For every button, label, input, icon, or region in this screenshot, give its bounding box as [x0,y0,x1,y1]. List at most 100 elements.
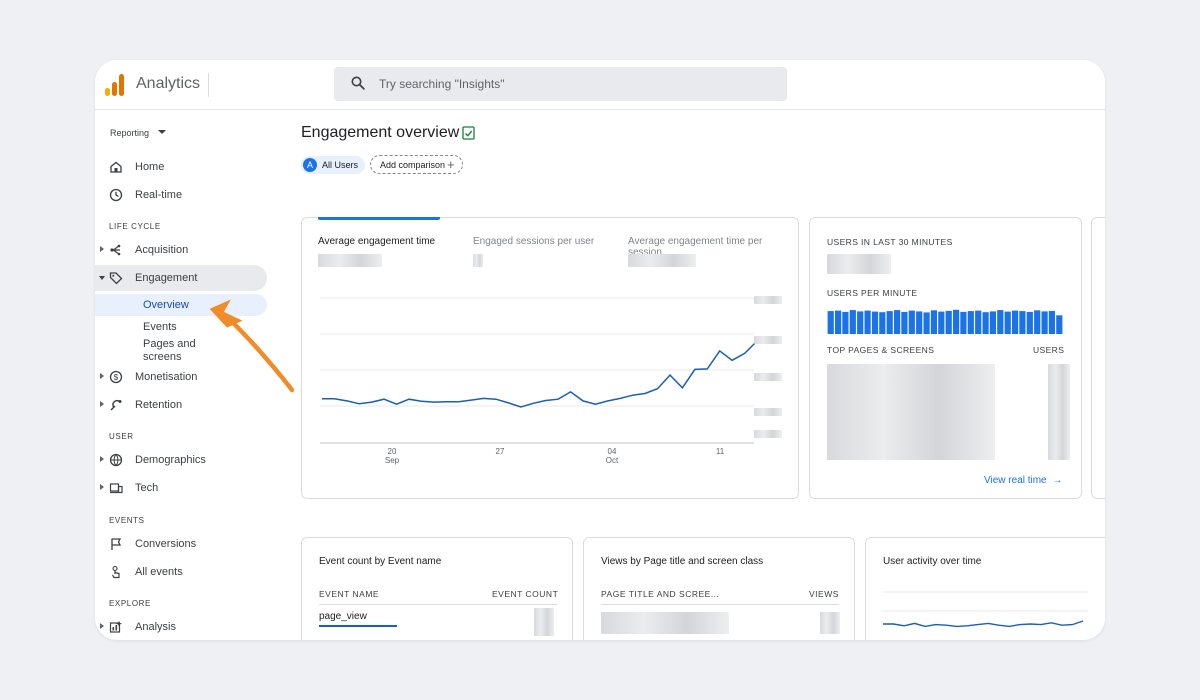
redacted-event-count [534,608,554,636]
redacted-top-pages-values [1048,364,1070,460]
redacted-user-count [827,254,891,274]
users-per-minute-bar [1012,310,1019,334]
column-header-views: VIEWS [809,589,839,599]
sidebar-item-demographics[interactable]: Demographics [95,447,267,473]
card-title: Views by Page title and screen class [601,556,764,567]
touch-icon [111,565,120,579]
comparison-chip-all-users[interactable]: A All Users [301,156,365,174]
users-per-minute-bar [827,311,834,334]
sidebar-item-label: Monetisation [135,371,198,383]
redacted-y-tick [754,408,782,416]
views-by-page-card: Views by Page title and screen class PAG… [583,537,855,640]
collapse-arrow-icon[interactable] [99,276,105,280]
users-per-minute-bar [975,310,982,334]
plus-icon: + [447,157,455,172]
users-per-minute-bar [849,310,856,334]
sidebar-item-tech[interactable]: Tech [95,475,267,501]
user-activity-card: User activity over time [865,537,1105,640]
x-tick-month-label: Oct [606,456,619,465]
divider [601,604,839,605]
reporting-label: Reporting [110,128,150,138]
column-header-event-count: EVENT COUNT [492,589,559,599]
sidebar-item-home[interactable]: Home [95,154,267,180]
users-per-minute-bar [835,310,842,334]
search-input[interactable]: Try searching "Insights" [379,77,504,91]
top-bar: Analytics Try searching "Insights" [95,60,1105,110]
card-title: User activity over time [883,556,982,567]
chevron-down-icon [158,130,166,134]
divider [319,604,557,605]
users-per-minute-bar [930,310,937,334]
expand-arrow-icon[interactable] [100,456,104,462]
users-per-minute-bar [908,310,915,334]
x-tick-label: 20 [388,447,397,456]
users-per-minute-bar [1026,311,1033,334]
users-per-minute-bar [1034,310,1041,334]
redacted-page-title [601,612,729,634]
add-comparison-button[interactable]: Add comparison + [370,155,463,174]
redacted-y-tick [754,336,782,344]
users-per-minute-bar [938,311,945,334]
tab-engaged-sessions-per-user[interactable]: Engaged sessions per user [473,236,594,247]
reporting-dropdown[interactable]: Reporting [110,128,166,138]
users-per-minute-bar [997,310,1004,334]
tab-average-engagement-time[interactable]: Average engagement time [318,236,435,247]
view-real-time-link[interactable]: View real time → [984,475,1062,486]
sidebar-item-acquisition[interactable]: Acquisition [95,237,267,263]
analysis-icon [109,621,122,633]
column-header-page-title: PAGE TITLE AND SCREE... [601,589,720,599]
sidebar-subitem-label: Pages and [143,338,196,350]
users-per-minute-bar [960,311,967,334]
page-title: Engagement overview [301,124,460,141]
row-value-bar [319,625,397,627]
users-per-minute-bar [953,309,960,334]
section-user: USER [109,432,134,441]
users-per-minute-bar [1041,311,1048,334]
column-header-event-name: EVENT NAME [319,589,380,599]
analytics-logo-icon [105,74,125,96]
table-row-event-name[interactable]: page_view [319,611,367,622]
x-tick-label: 04 [608,447,617,456]
event-count-card: Event count by Event name EVENT NAME EVE… [301,537,573,640]
dollar-circle-icon: $ [109,370,123,384]
sidebar-item-label: Acquisition [135,244,189,256]
expand-arrow-icon[interactable] [100,246,104,252]
redacted-top-pages-list [827,364,995,460]
users-per-minute-bars [827,309,1063,334]
sidebar-item-realtime[interactable]: Real-time [95,182,267,208]
users-per-minute-bar [864,310,871,334]
activity-line [883,620,1084,628]
users-per-minute-bar [871,311,879,334]
users-per-minute-bar [1004,311,1011,334]
users-per-minute-bar [1048,310,1055,334]
active-tab-indicator [318,217,440,220]
sidebar-subitem-label: Overview [143,299,189,311]
arrow-right-icon: → [1052,475,1063,486]
users-per-minute-bar [901,311,908,334]
sidebar-item-conversions[interactable]: Conversions [95,531,267,557]
expand-arrow-icon[interactable] [100,373,104,379]
sidebar-item-engagement[interactable]: Engagement [95,265,267,291]
users-per-minute-bar [967,311,974,334]
tag-icon [109,272,123,285]
realtime-card: USERS IN LAST 30 MINUTES USERS PER MINUT… [809,217,1082,499]
series-line [322,340,758,408]
expand-arrow-icon[interactable] [100,484,104,490]
sidebar-item-analysis[interactable]: Analysis [95,614,267,640]
expand-arrow-icon[interactable] [100,623,104,629]
flag-icon [111,538,122,550]
users-per-minute-bar [879,312,886,334]
sidebar-subitem-label: screens [143,351,182,363]
home-icon [110,161,122,173]
sidebar-item-label: All events [135,566,183,578]
avatar: A [303,158,317,172]
expand-arrow-icon[interactable] [100,401,104,407]
view-real-time-label: View real time [984,475,1047,486]
top-pages-label: TOP PAGES & SCREENS [827,345,935,355]
search-bar[interactable]: Try searching "Insights" [334,67,787,101]
verified-report-icon[interactable] [462,126,475,140]
section-events: EVENTS [109,516,145,525]
users-column-label: USERS [1033,345,1065,355]
sidebar-item-all-events[interactable]: All events [95,559,267,585]
sidebar-subitem-label: Events [143,321,177,333]
